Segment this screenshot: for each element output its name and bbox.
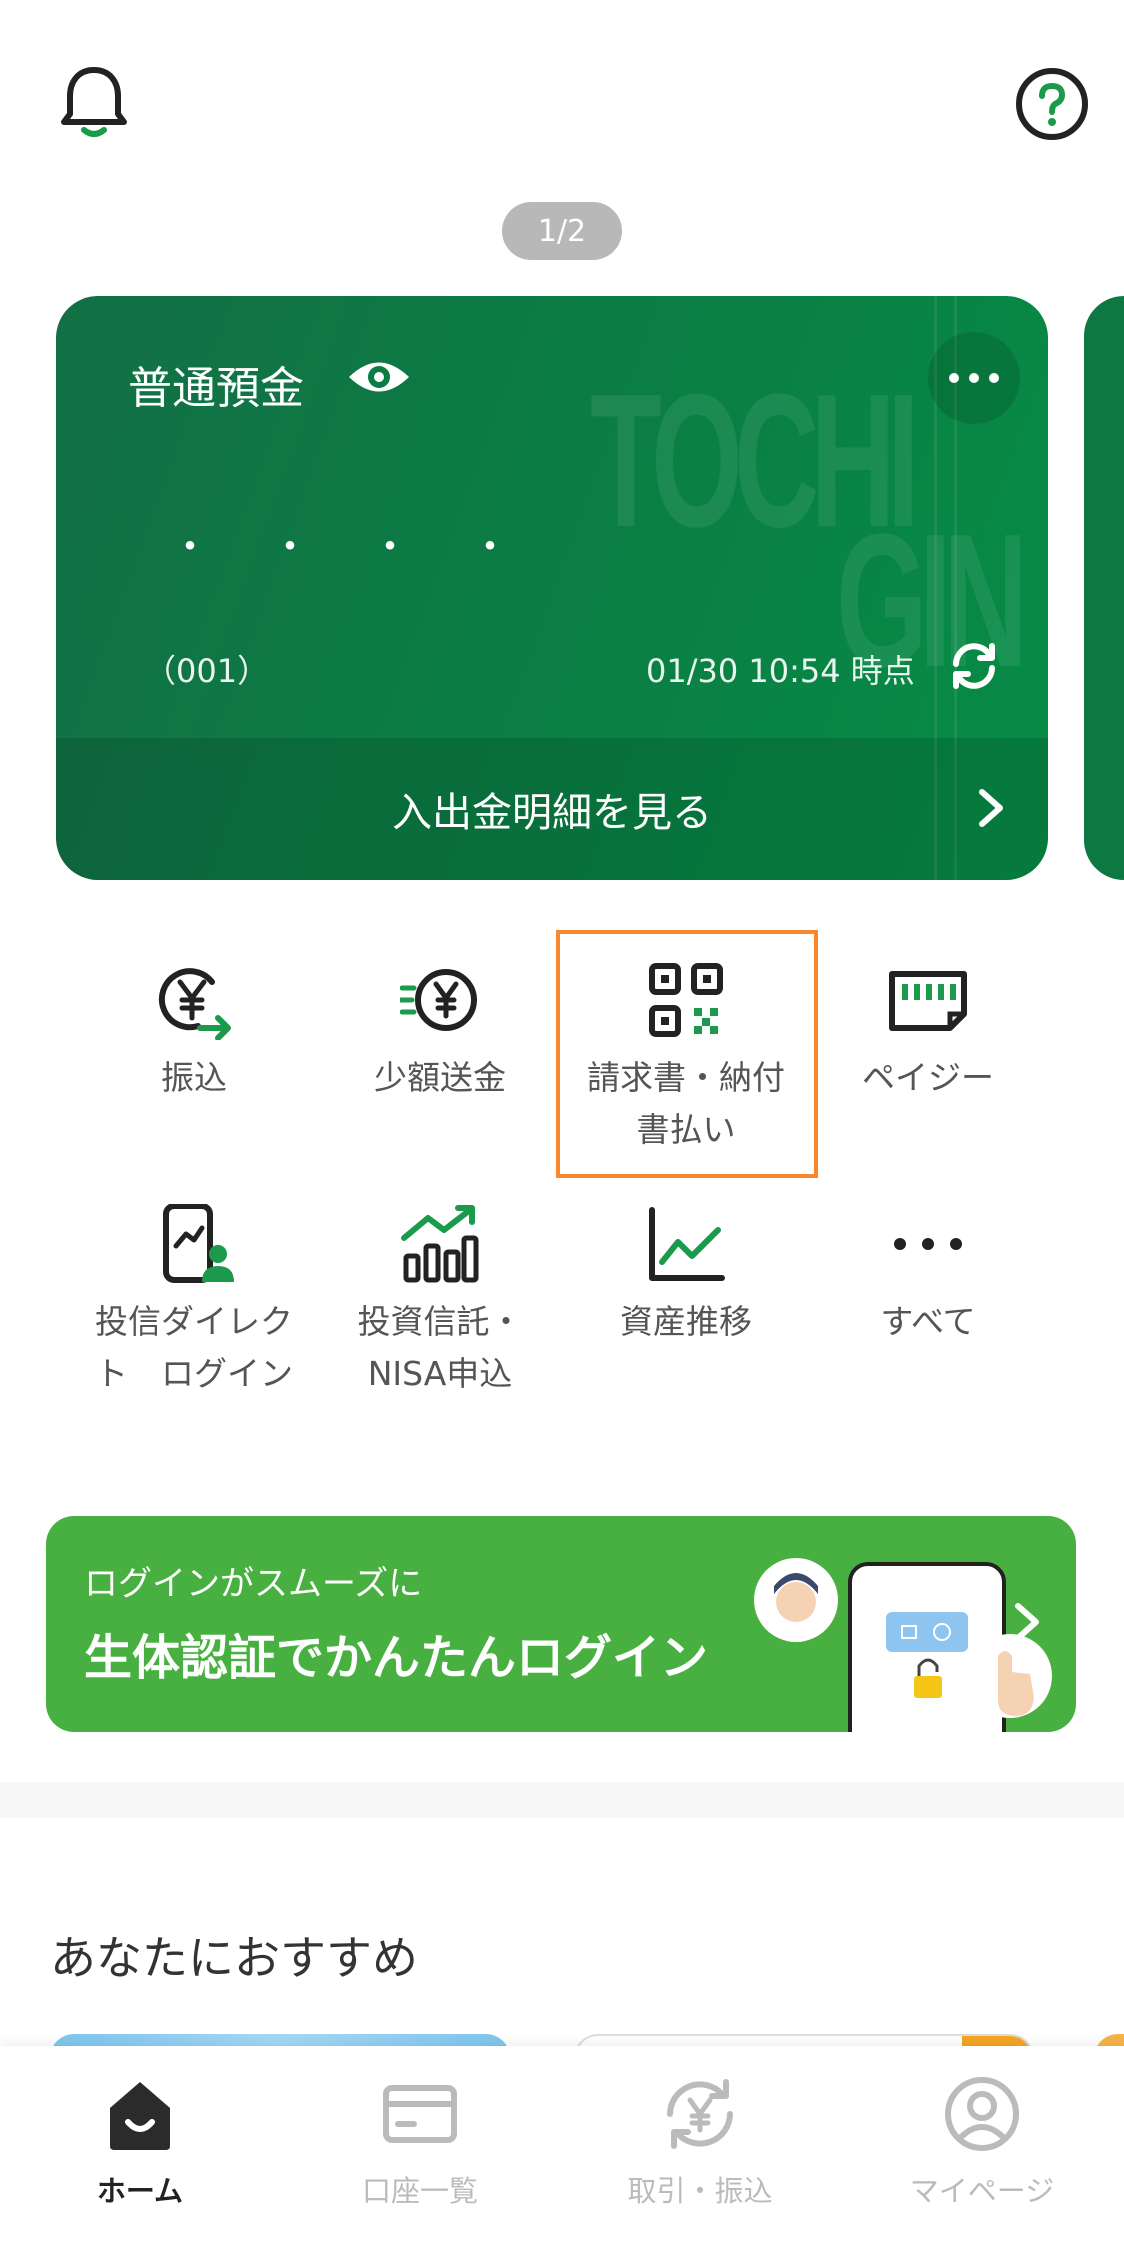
tab-home-label: ホーム (96, 2174, 184, 2208)
banner-subtitle: ログインがスムーズに (84, 1564, 423, 1604)
menu-payeasy-label: ペイジー (862, 1058, 994, 1097)
menu-payeasy[interactable]: ペイジー (808, 960, 1048, 1104)
biometric-login-banner[interactable]: ログインがスムーズに 生体認証でかんたんログイン (46, 1516, 1076, 1732)
balance-timestamp: 01/30 10:54 時点 (646, 652, 915, 690)
next-account-card[interactable] (1084, 296, 1124, 880)
account-type: 普通預金 (128, 363, 304, 414)
tab-mypage-label: マイページ (909, 2174, 1055, 2208)
menu-investment-trust-nisa-label: 投資信託・ NISA申込 (357, 1302, 523, 1393)
menu-small-remittance-label: 少額送金 (374, 1058, 506, 1097)
menu-all[interactable]: すべて (808, 1204, 1048, 1348)
transaction-details-link[interactable]: 入出金明細を見る (56, 738, 1048, 880)
menu-investment-trust-nisa[interactable]: 投資信託・ NISA申込 (320, 1204, 560, 1400)
recommend-title: あなたにおすすめ (50, 1931, 418, 1985)
more-dots-icon (888, 1204, 968, 1284)
highlight-box (556, 930, 818, 1178)
menu-all-label: すべて (880, 1302, 976, 1341)
line-chart-icon (646, 1204, 726, 1284)
tab-transactions[interactable]: 取引・振込 (580, 2074, 820, 2210)
branch-number: （001） (144, 652, 270, 690)
tab-transactions-label: 取引・振込 (627, 2174, 773, 2208)
tab-mypage[interactable]: マイページ (862, 2074, 1102, 2210)
menu-investment-direct-login[interactable]: 投信ダイレク ト ログイン (74, 1204, 314, 1400)
menu-transfer-label: 振込 (161, 1058, 227, 1097)
bell-icon[interactable] (58, 64, 130, 144)
tab-account-list-label: 口座一覧 (361, 2174, 478, 2208)
home-icon (100, 2074, 180, 2154)
payeasy-icon (888, 960, 968, 1040)
bottom-tab-bar: ホーム 口座一覧 取引・振込 マイページ (0, 2046, 1124, 2265)
card-menu-button[interactable] (928, 332, 1020, 424)
tab-home[interactable]: ホーム (20, 2074, 260, 2210)
yen-transfer-icon (154, 960, 234, 1040)
menu-asset-trend-label: 資産推移 (620, 1302, 752, 1341)
yen-fast-icon (400, 960, 480, 1040)
yen-exchange-icon (660, 2074, 740, 2154)
chevron-right-icon (1015, 1603, 1039, 1641)
phone-chart-user-icon (154, 1204, 234, 1284)
banner-title: 生体認証でかんたんログイン (84, 1630, 709, 1686)
menu-investment-direct-login-label: 投信ダイレク ト ログイン (95, 1302, 293, 1393)
tab-account-list[interactable]: 口座一覧 (300, 2074, 540, 2210)
eye-icon[interactable] (346, 356, 412, 398)
menu-transfer[interactable]: 振込 (74, 960, 314, 1104)
menu-small-remittance[interactable]: 少額送金 (320, 960, 560, 1104)
card-icon (380, 2074, 460, 2154)
user-icon (942, 2074, 1022, 2154)
bar-chart-up-icon (400, 1204, 480, 1284)
page-indicator: 1/2 (502, 202, 622, 260)
help-icon[interactable] (1014, 66, 1090, 142)
account-card[interactable]: TOCHI GIN 普通預金 ・・・・ （001） 01/30 10:54 時点… (56, 296, 1048, 880)
transaction-details-label: 入出金明細を見る (392, 790, 712, 836)
menu-asset-trend[interactable]: 資産推移 (566, 1204, 806, 1348)
refresh-icon[interactable] (946, 638, 1002, 694)
chevron-right-icon (979, 789, 1003, 827)
section-divider (0, 1782, 1124, 1818)
balance-masked: ・・・・ (170, 524, 570, 570)
